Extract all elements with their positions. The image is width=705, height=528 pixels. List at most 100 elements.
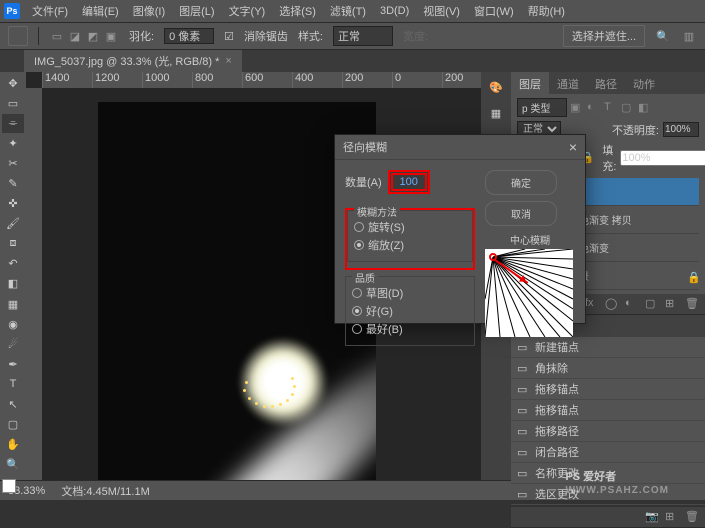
filter-adj-icon[interactable]: ◐ [587, 101, 601, 115]
method-legend: 模糊方法 [354, 204, 400, 219]
tab-paths[interactable]: 路径 [587, 72, 625, 94]
color-panel-icon[interactable]: 🎨 [487, 78, 505, 96]
path-tool[interactable]: ↖ [2, 395, 24, 414]
new-state-icon[interactable]: ⊞ [665, 510, 679, 524]
menu-image[interactable]: 图像(I) [127, 1, 171, 21]
document-tab[interactable]: IMG_5037.jpg @ 33.3% (光, RGB/8) * × [24, 50, 242, 72]
filter-text-icon[interactable]: T [604, 101, 618, 115]
style-label: 样式: [298, 28, 323, 44]
blur-center-preview[interactable] [485, 249, 573, 337]
menu-layer[interactable]: 图层(L) [173, 1, 220, 21]
document-tab-bar: IMG_5037.jpg @ 33.3% (光, RGB/8) * × [0, 50, 705, 72]
close-icon[interactable]: × [569, 139, 577, 155]
menu-select[interactable]: 选择(S) [273, 1, 322, 21]
tab-layers[interactable]: 图层 [511, 72, 549, 94]
filter-smart-icon[interactable]: ◧ [638, 101, 652, 115]
stamp-tool[interactable]: ⧈ [2, 234, 24, 253]
menu-window[interactable]: 窗口(W) [468, 1, 520, 21]
style-select[interactable]: 正常 [333, 26, 393, 46]
feather-label: 羽化: [129, 28, 154, 44]
opt-workspace-icon[interactable]: ▥ [681, 28, 697, 44]
pen-tool[interactable]: ✒ [2, 355, 24, 374]
hand-tool[interactable]: ✋ [2, 435, 24, 454]
layer-name: 黑色渐变 拷贝 [569, 212, 697, 227]
history-step-icon: ▭ [517, 404, 529, 416]
menu-filter[interactable]: 滤镜(T) [324, 1, 372, 21]
history-brush-tool[interactable]: ↶ [2, 254, 24, 273]
menu-help[interactable]: 帮助(H) [522, 1, 571, 21]
marquee-tool[interactable]: ▭ [2, 94, 24, 113]
select-mask-button[interactable]: 选择并遮住... [563, 25, 645, 47]
quality-legend: 品质 [352, 270, 378, 285]
eraser-tool[interactable]: ◧ [2, 274, 24, 293]
amount-input[interactable] [391, 173, 427, 191]
tab-channels[interactable]: 通道 [549, 72, 587, 94]
doc-size: 文档:4.45M/11.1M [61, 483, 149, 499]
menu-view[interactable]: 视图(V) [417, 1, 466, 21]
crop-tool[interactable]: ✂ [2, 154, 24, 173]
adjust-icon[interactable]: ◐ [625, 297, 639, 311]
menu-edit[interactable]: 编辑(E) [76, 1, 125, 21]
good-radio[interactable]: 好(G) [352, 303, 468, 319]
fx-icon[interactable]: fx [585, 297, 599, 311]
zoom-tool[interactable]: 🔍 [2, 455, 24, 474]
spin-radio[interactable]: 旋转(S) [354, 219, 466, 235]
wand-tool[interactable]: ✦ [2, 134, 24, 153]
ruler-vertical [26, 88, 42, 500]
menu-3d[interactable]: 3D(D) [374, 3, 415, 19]
mode-add-icon[interactable]: ◪ [67, 28, 83, 44]
history-item[interactable]: ▭拖移锚点 [511, 400, 705, 421]
options-bar: ▭ ◪ ◩ ▣ 羽化: ☑ 消除锯齿 样式: 正常 宽度: 选择并遮住... 🔍… [0, 22, 705, 50]
history-item[interactable]: ▭拖移路径 [511, 421, 705, 442]
snapshot-icon[interactable]: 📷 [645, 510, 659, 524]
layer-filter-select[interactable]: p 类型 [517, 98, 567, 117]
mask-icon[interactable]: ◯ [605, 297, 619, 311]
history-item[interactable]: ▭拖移锚点 [511, 379, 705, 400]
filter-img-icon[interactable]: ▣ [570, 101, 584, 115]
feather-input[interactable] [164, 28, 214, 44]
layer-name: 光 [569, 184, 697, 199]
mode-sub-icon[interactable]: ◩ [85, 28, 101, 44]
mode-int-icon[interactable]: ▣ [103, 28, 119, 44]
draft-radio[interactable]: 草图(D) [352, 285, 468, 301]
lasso-tool[interactable]: ⌯ [2, 114, 24, 133]
tool-preset-icon[interactable] [8, 26, 28, 46]
new-icon[interactable]: ⊞ [665, 297, 679, 311]
shape-tool[interactable]: ▢ [2, 415, 24, 434]
trash-icon[interactable]: 🗑 [685, 297, 699, 311]
history-item[interactable]: ▭选区更改 [511, 484, 705, 505]
cancel-button[interactable]: 取消 [485, 201, 557, 226]
best-radio[interactable]: 最好(B) [352, 321, 468, 337]
zoom-radio[interactable]: 缩放(Z) [354, 237, 466, 253]
opacity-input[interactable] [663, 122, 699, 137]
tab-actions[interactable]: 动作 [625, 72, 663, 94]
history-label: 拖移路径 [535, 423, 579, 439]
opacity-label: 不透明度: [612, 122, 659, 138]
trash-icon[interactable]: 🗑 [685, 510, 699, 524]
heal-tool[interactable]: ✜ [2, 194, 24, 213]
text-tool[interactable]: T [2, 375, 24, 394]
amount-label: 数量(A) [345, 174, 382, 190]
history-item[interactable]: ▭闭合路径 [511, 442, 705, 463]
tab-close-icon[interactable]: × [225, 55, 231, 67]
menu-bar: Ps 文件(F) 编辑(E) 图像(I) 图层(L) 文字(Y) 选择(S) 滤… [0, 0, 705, 22]
move-tool[interactable]: ✥ [2, 74, 24, 93]
antialias-check[interactable]: ☑ [224, 30, 234, 43]
eyedropper-tool[interactable]: ✎ [2, 174, 24, 193]
ok-button[interactable]: 确定 [485, 170, 557, 195]
fill-input[interactable] [620, 150, 705, 166]
dodge-tool[interactable]: ☄ [2, 335, 24, 354]
history-item[interactable]: ▭名称更改 [511, 463, 705, 484]
blur-tool[interactable]: ◉ [2, 315, 24, 334]
history-step-icon: ▭ [517, 488, 529, 500]
filter-shape-icon[interactable]: ▢ [621, 101, 635, 115]
swatches-panel-icon[interactable]: ▦ [487, 104, 505, 122]
opt-search-icon[interactable]: 🔍 [655, 28, 671, 44]
menu-file[interactable]: 文件(F) [26, 1, 74, 21]
menu-type[interactable]: 文字(Y) [223, 1, 272, 21]
brush-tool[interactable]: 🖌 [2, 214, 24, 233]
group-icon[interactable]: ▢ [645, 297, 659, 311]
foreground-swatch[interactable] [2, 479, 16, 493]
mode-new-icon[interactable]: ▭ [49, 28, 65, 44]
gradient-tool[interactable]: ▦ [2, 295, 24, 314]
